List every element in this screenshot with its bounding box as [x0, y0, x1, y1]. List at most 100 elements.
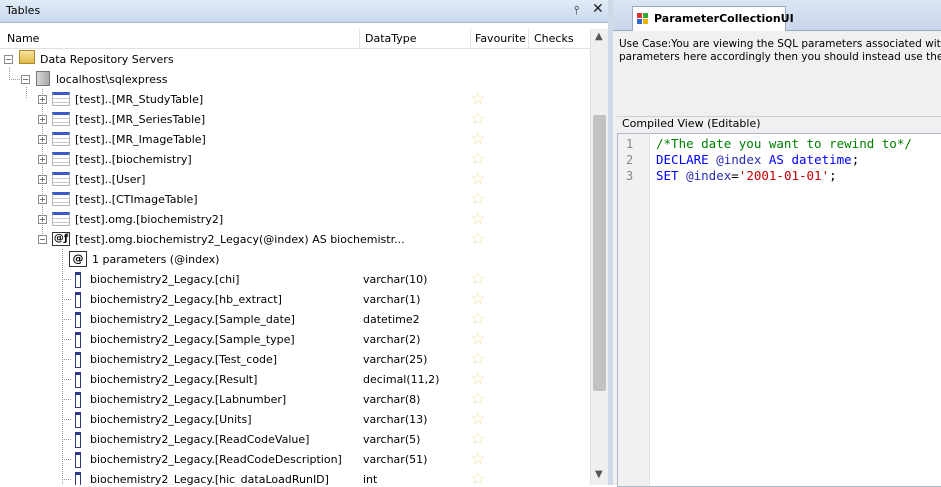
favourite-star-icon[interactable]: ☆ [470, 290, 485, 308]
column-datatype: int [363, 473, 378, 485]
tree-node-column[interactable]: biochemistry2_Legacy.[Sample_type] varch… [0, 329, 590, 349]
tree-node-column[interactable]: biochemistry2_Legacy.[Labnumber] varchar… [0, 389, 590, 409]
tree-node-column[interactable]: biochemistry2_Legacy.[ReadCodeValue] var… [0, 429, 590, 449]
column-icon [75, 292, 81, 308]
tree-node-table-valued-function[interactable]: − @ƒ [test].omg.biochemistry2_Legacy(@in… [0, 229, 590, 249]
col-favourite-header[interactable]: Favourite [475, 32, 526, 45]
column-icon [75, 432, 81, 448]
tree-node-server[interactable]: − localhost\sqlexpress [0, 69, 590, 89]
favourite-star-icon[interactable]: ☆ [470, 170, 485, 188]
favourite-star-icon[interactable]: ☆ [470, 390, 485, 408]
panel-title: Tables [6, 4, 41, 17]
col-separator[interactable] [359, 29, 360, 48]
scroll-down-icon[interactable]: ▼ [595, 469, 603, 480]
column-name: biochemistry2_Legacy.[ReadCodeDescriptio… [90, 453, 342, 466]
favourite-star-icon[interactable]: ☆ [470, 410, 485, 428]
tables-tree[interactable]: − Data Repository Servers − localhost\sq… [0, 49, 590, 485]
code-line-3[interactable]: SET @index='2001-01-01'; [656, 168, 837, 183]
pin-icon[interactable]: ⫯ [574, 3, 579, 18]
tree-node-root[interactable]: − Data Repository Servers [0, 49, 590, 69]
favourite-star-icon[interactable]: ☆ [470, 350, 485, 368]
col-separator[interactable] [528, 29, 529, 48]
tree-node-table[interactable]: + [test]..[MR_SeriesTable] ☆ [0, 109, 590, 129]
tree-node-parameters[interactable]: @ 1 parameters (@index) [0, 249, 590, 269]
tree-node-table[interactable]: + [test].omg.[biochemistry2] ☆ [0, 209, 590, 229]
favourite-star-icon[interactable]: ☆ [470, 110, 485, 128]
collapse-icon[interactable]: − [4, 55, 13, 64]
favourite-star-icon[interactable]: ☆ [470, 270, 485, 288]
table-icon [52, 172, 70, 186]
tree-node-column[interactable]: biochemistry2_Legacy.[Test_code] varchar… [0, 349, 590, 369]
column-datatype: decimal(11,2) [363, 373, 440, 386]
code-keyword: SET [656, 168, 679, 183]
expand-icon[interactable]: + [38, 135, 47, 144]
expand-icon[interactable]: + [38, 155, 47, 164]
tree-line [62, 459, 72, 460]
tree-node-table[interactable]: + [test]..[MR_StudyTable] ☆ [0, 89, 590, 109]
tab-parameter-collection-ui[interactable]: ParameterCollectionUI [632, 6, 794, 31]
parameter-collection-panel: ParameterCollectionUI Use Case:You are v… [613, 0, 941, 487]
column-icon [75, 472, 81, 485]
column-datatype: varchar(25) [363, 353, 428, 366]
favourite-star-icon[interactable]: ☆ [470, 370, 485, 388]
code-line-1[interactable]: /*The date you want to rewind to*/ [656, 136, 912, 151]
favourite-star-icon[interactable]: ☆ [470, 150, 485, 168]
collapse-icon[interactable]: − [21, 75, 30, 84]
favourite-star-icon[interactable]: ☆ [470, 430, 485, 448]
tree-node-column[interactable]: biochemistry2_Legacy.[Units] varchar(13)… [0, 409, 590, 429]
code-keyword: DECLARE [656, 152, 709, 167]
group-label: Compiled View (Editable) [622, 117, 761, 130]
table-name: [test]..[biochemistry] [75, 153, 192, 166]
code-variable: @index [686, 168, 732, 183]
expand-icon[interactable]: + [38, 215, 47, 224]
col-datatype-header[interactable]: DataType [365, 32, 417, 45]
tree-scrollbar[interactable]: ▲ ▼ [590, 29, 608, 485]
tree-node-table[interactable]: + [test]..[MR_ImageTable] ☆ [0, 129, 590, 149]
column-name: biochemistry2_Legacy.[Units] [90, 413, 252, 426]
favourite-star-icon[interactable]: ☆ [470, 470, 485, 485]
tree-node-column[interactable]: biochemistry2_Legacy.[Sample_date] datet… [0, 309, 590, 329]
scrollbar-thumb[interactable] [593, 115, 606, 391]
tree-node-column[interactable]: biochemistry2_Legacy.[hb_extract] varcha… [0, 289, 590, 309]
column-header: Name DataType Favourite Checks [0, 29, 590, 49]
favourite-star-icon[interactable]: ☆ [470, 310, 485, 328]
close-icon[interactable]: ✕ [592, 1, 604, 17]
line-number: 2 [626, 153, 634, 167]
tree-node-table[interactable]: + [test]..[CTImageTable] ☆ [0, 189, 590, 209]
favourite-star-icon[interactable]: ☆ [470, 190, 485, 208]
favourite-star-icon[interactable]: ☆ [470, 330, 485, 348]
tree-node-column[interactable]: biochemistry2_Legacy.[hic_dataLoadRunID]… [0, 469, 590, 485]
favourite-star-icon[interactable]: ☆ [470, 230, 485, 248]
code-keyword: AS [768, 152, 784, 167]
tree-node-column[interactable]: biochemistry2_Legacy.[ReadCodeDescriptio… [0, 449, 590, 469]
use-case-line: parameters here accordingly then you sho… [619, 51, 941, 63]
scroll-up-icon[interactable]: ▲ [595, 31, 603, 42]
table-icon [52, 132, 70, 146]
favourite-star-icon[interactable]: ☆ [470, 130, 485, 148]
col-checks-header[interactable]: Checks [534, 32, 574, 45]
favourite-star-icon[interactable]: ☆ [470, 90, 485, 108]
col-separator[interactable] [470, 29, 471, 48]
use-case-line: Use Case:You are viewing the SQL paramet… [619, 38, 941, 50]
favourite-star-icon[interactable]: ☆ [470, 210, 485, 228]
tree-node-table[interactable]: + [test]..[biochemistry] ☆ [0, 149, 590, 169]
code-line-2[interactable]: DECLARE @index AS datetime; [656, 152, 859, 167]
expand-icon[interactable]: + [38, 195, 47, 204]
collapse-icon[interactable]: − [38, 235, 47, 244]
server-icon [36, 71, 50, 86]
tree-node-column[interactable]: biochemistry2_Legacy.[chi] varchar(10) ☆ [0, 269, 590, 289]
expand-icon[interactable]: + [38, 175, 47, 184]
tree-node-table[interactable]: + [test]..[User] ☆ [0, 169, 590, 189]
table-icon [52, 112, 70, 126]
sql-editor[interactable]: 1 2 3 /*The date you want to rewind to*/… [617, 133, 941, 487]
favourite-star-icon[interactable]: ☆ [470, 450, 485, 468]
code-variable: @index [716, 152, 762, 167]
expand-icon[interactable]: + [38, 115, 47, 124]
tree-node-column[interactable]: biochemistry2_Legacy.[Result] decimal(11… [0, 369, 590, 389]
expand-icon[interactable]: + [38, 95, 47, 104]
column-icon [75, 272, 81, 288]
col-name-header[interactable]: Name [7, 32, 39, 45]
use-case-description: Use Case:You are viewing the SQL paramet… [619, 38, 941, 64]
column-datatype: varchar(5) [363, 433, 421, 446]
tab-label: ParameterCollectionUI [654, 12, 794, 25]
